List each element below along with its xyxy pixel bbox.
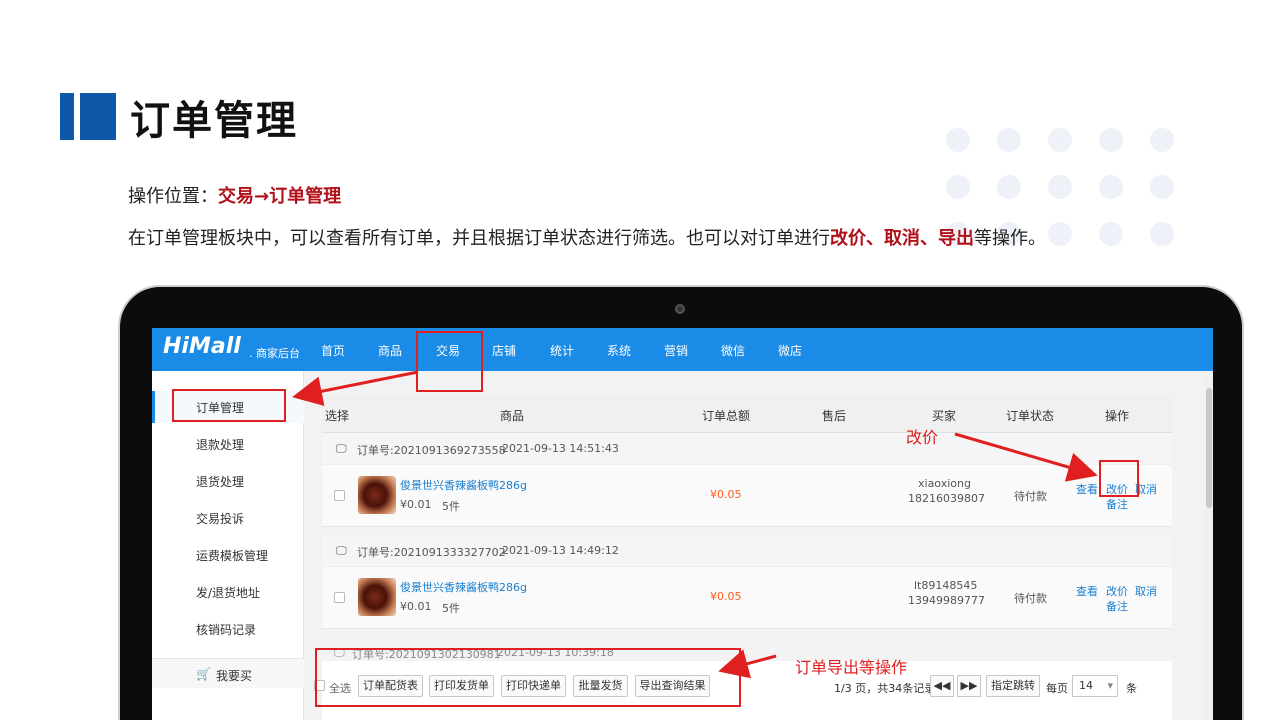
- annotation-arrows: [292, 370, 1098, 679]
- slide: 订单管理 操作位置：交易→订单管理 在订单管理板块中，可以查看所有订单，并且根据…: [0, 0, 1280, 720]
- arrow-to-order-menu: [292, 370, 419, 407]
- arrow-to-export: [718, 649, 777, 679]
- arrow-to-change-price: [954, 432, 1098, 482]
